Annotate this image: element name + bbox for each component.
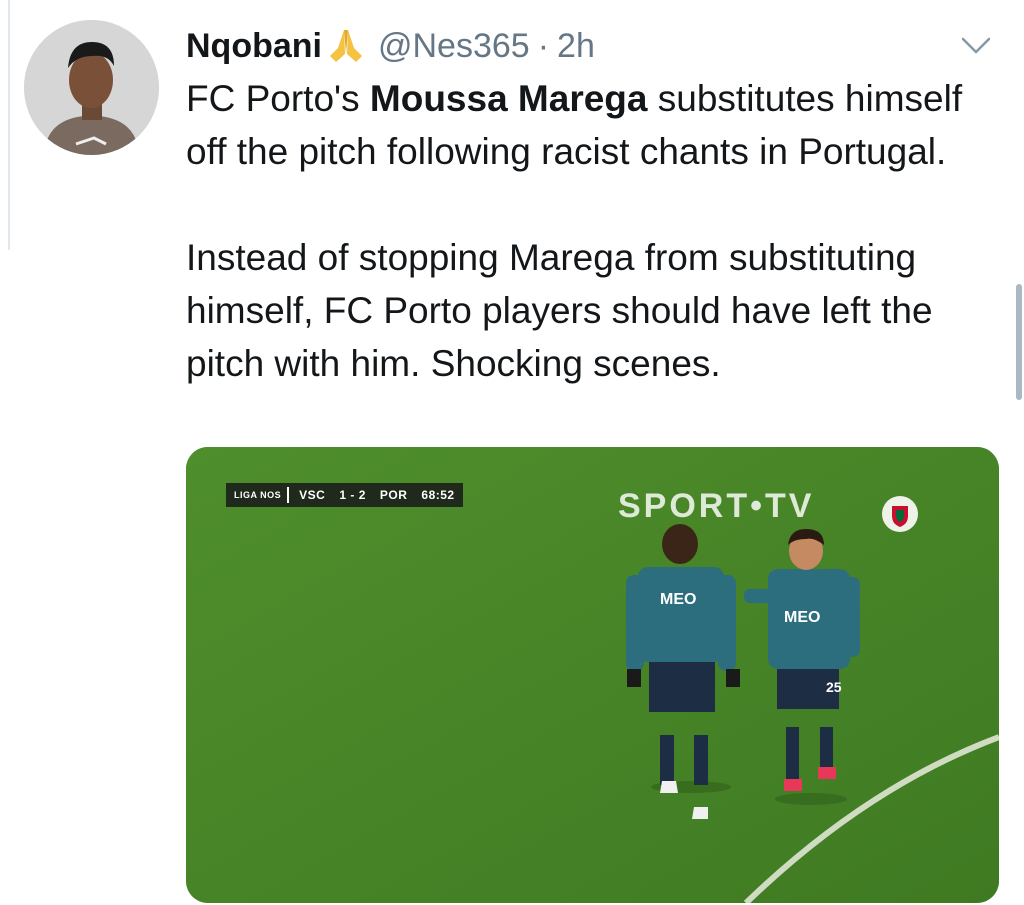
tweet-paragraph-1: FC Porto's Moussa Marega substitutes him…	[186, 78, 963, 172]
match-score: 1 - 2	[339, 488, 366, 502]
tweet-paragraph-2: Instead of stopping Marega from substitu…	[186, 237, 933, 384]
away-team: POR	[379, 488, 408, 502]
scorebug-divider	[287, 487, 290, 503]
tweet-bold-name: Moussa Marega	[369, 78, 648, 119]
league-badge-icon	[880, 494, 920, 534]
separator-dot: ·	[537, 26, 550, 65]
tweet-header: Nqobani @Nes365 · 2h	[186, 22, 595, 70]
user-handle[interactable]: @Nes365	[378, 27, 530, 66]
timestamp[interactable]: 2h	[557, 27, 595, 66]
shirt-number-2: 25	[826, 679, 842, 695]
scrollbar[interactable]	[1016, 284, 1022, 400]
thread-line	[8, 0, 10, 250]
display-name[interactable]: Nqobani	[186, 27, 322, 66]
league-logo: LIGA NOS	[234, 490, 282, 500]
tweet-text: FC Porto's Moussa Marega substitutes him…	[186, 72, 1006, 390]
match-clock: 68:52	[421, 488, 455, 502]
home-team: VSC	[299, 488, 326, 502]
shirt-sponsor-2: MEO	[784, 609, 820, 626]
scorebug: LIGA NOS VSC 1 - 2 POR 68:52	[226, 483, 463, 507]
folded-hands-icon	[324, 26, 368, 66]
shirt-sponsor-1: MEO	[660, 591, 696, 608]
chevron-down-icon[interactable]	[958, 30, 994, 60]
tweet-media-video[interactable]: MEO MEO 25 LIGA NOS VSC 1 - 2 POR 68:52 …	[186, 447, 999, 903]
avatar[interactable]	[24, 20, 159, 155]
broadcaster-logo: SPORT•TV	[618, 487, 815, 525]
